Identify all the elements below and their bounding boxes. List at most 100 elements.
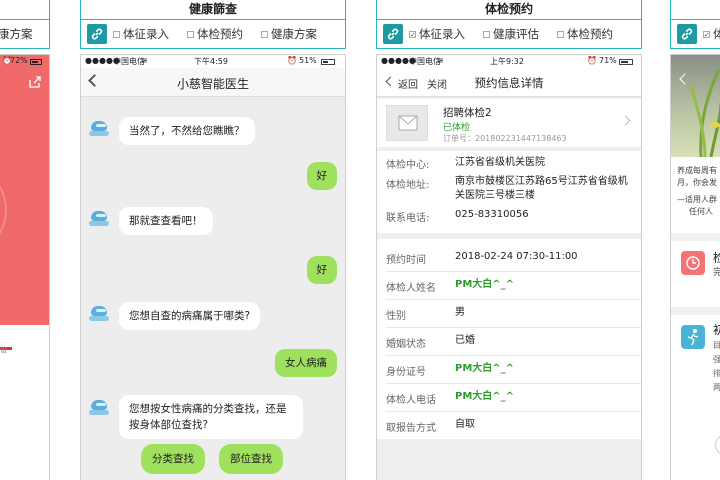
section-gap [671, 307, 720, 315]
intro-line: 月，你会发 [677, 178, 717, 187]
address-label: 体检地址: [386, 180, 430, 191]
plant-illustration [689, 68, 720, 157]
detail-row-value: PM大白^_^ [455, 391, 515, 402]
step-label: 康方案 [0, 27, 33, 41]
checkbox-icon [187, 30, 194, 38]
link-icon [383, 24, 403, 44]
label-fragment: 值 [0, 346, 7, 354]
chevron-right-icon [620, 115, 631, 126]
detail-row-label: 身份证号 [386, 367, 426, 378]
intro-line: 任何人 [689, 207, 713, 216]
row-divider [386, 411, 641, 412]
right-cropped-panel: ✓ 体 养成每周有 月，你会发 —适用人群 任何人 [670, 0, 720, 480]
row-divider [386, 383, 641, 384]
body-part-search-button[interactable]: 部位查找 [219, 444, 283, 474]
intro-text: 养成每周有 月，你会发 —适用人群 任何人 [677, 165, 717, 218]
step-health-assessment[interactable]: 健康评估 [483, 26, 539, 42]
checkbox-checked-icon: ✓ [409, 30, 416, 39]
share-icon[interactable] [28, 75, 42, 89]
step-label: 体检预约 [567, 27, 613, 41]
detail-row-value: 男 [455, 307, 465, 318]
row-divider [386, 299, 641, 300]
chat-message-bot: 您想自查的病痛属于哪类? [119, 302, 261, 330]
panel-title: 健康篩查 [80, 0, 346, 20]
phone-screen: ⏰ 72% 值 [0, 54, 50, 480]
clock-icon [681, 251, 705, 275]
link-icon [677, 24, 697, 44]
intro-line: 养成每周有 [677, 166, 717, 175]
time-text: 下午4:59 [194, 57, 228, 66]
phone-label: 联系电话: [386, 213, 430, 224]
chat-message-user: 好 [306, 256, 337, 284]
order-thumbnail [386, 105, 428, 141]
detail-row-label: 婚姻状态 [386, 339, 426, 350]
detail-row-value: 已婚 [455, 335, 475, 346]
step-vitals-entry[interactable]: ✓ 体征录入 [409, 26, 465, 42]
order-name: 招聘体检2 [443, 107, 492, 119]
battery-text: 71% [599, 56, 617, 65]
detail-row-label: 体检人电话 [386, 395, 436, 406]
time-text: 上午9:32 [490, 57, 524, 66]
center-label: 体检中心: [386, 160, 430, 171]
phone-screen: ●●●●● 中国电信 ≋ 上午9:32 ⏰ 71% 返回 关闭 预约信息详情 招… [376, 54, 642, 480]
center-value: 江苏省省级机关医院 [455, 157, 545, 168]
content-area: 值 [0, 325, 49, 480]
detail-row-label: 取报告方式 [386, 423, 436, 434]
battery-icon [319, 57, 335, 66]
category-search-button[interactable]: 分类查找 [141, 444, 205, 474]
battery-text: 51% [299, 56, 317, 65]
detail-row-value: 自取 [455, 419, 475, 430]
detail-title: 预约信息详情 [474, 76, 544, 90]
exam-booking-panel: 体检预约 ✓ 体征录入 健康评估 体检预约 ●●●●● 中国电信 ≋ 上午9:32… [376, 0, 642, 480]
progress-ring-decoration [0, 185, 7, 235]
alarm-icon: ⏰ [287, 56, 297, 65]
checkbox-icon [113, 30, 120, 38]
item-title: 检 [713, 249, 720, 266]
desc-line: 目 [713, 339, 720, 353]
step-label: 健康评估 [493, 27, 539, 41]
step-vitals-entry[interactable]: 体征录入 [113, 26, 169, 42]
step-health-plan[interactable]: 健康方案 [261, 26, 317, 42]
battery-text: 72% [10, 56, 28, 65]
round-button[interactable] [715, 435, 720, 455]
checkbox-icon [557, 30, 564, 38]
checkbox-checked-icon: ✓ [703, 30, 710, 39]
item-title: 初 [713, 321, 720, 338]
detail-row-value: PM大白^_^ [455, 363, 515, 374]
desc-line: 两 [713, 381, 720, 395]
phone-value[interactable]: 025-83310056 [455, 208, 529, 222]
detail-navbar: 返回 关闭 预约信息详情 [377, 68, 641, 97]
step-exam-booking[interactable]: 体检预约 [187, 26, 243, 42]
step-label: 健康方案 [271, 27, 317, 41]
desc-line: 排 [713, 367, 720, 381]
phone-screen: ●●●●● 中国电信 ≋ 下午4:59 ⏰ 51% 小慈智能医生 当然了，不然给… [80, 54, 346, 480]
health-screening-panel: 健康篩查 体征录入 体检预约 健康方案 ●●●●● 中国电信 ≋ 下午4:59 … [80, 0, 346, 480]
order-number: 订单号：201802231447138463 [443, 134, 567, 143]
address-value: 南京市鼓楼区江苏路65号江苏省省级机关医院三号楼三楼 [455, 176, 628, 201]
wifi-icon: ≋ [437, 56, 444, 65]
step-exam-booking[interactable]: 体检预约 [557, 26, 613, 42]
chat-message-bot: 那就查查看吧！ [119, 207, 213, 235]
order-card[interactable]: 招聘体检2 已体检 订单号：201802231447138463 [377, 99, 641, 147]
bot-avatar-icon [89, 211, 109, 226]
detail-row-value: PM大白^_^ [455, 279, 515, 290]
step-label: 体征录入 [419, 27, 465, 41]
status-bar: ⏰ 72% [0, 55, 49, 68]
chat-message-user: 好 [306, 162, 337, 190]
desc-line: 强 [713, 353, 720, 367]
order-state: 已体检 [443, 123, 471, 133]
chat-message-bot: 您想按女性病痛的分类查找，还是按身体部位查找? [119, 395, 303, 439]
step-label: 体检预约 [197, 27, 243, 41]
panel-title [670, 0, 720, 20]
alarm-icon: ⏰ [587, 56, 597, 65]
wifi-icon: ≋ [141, 56, 148, 65]
step-health-plan[interactable]: 康方案 [0, 26, 33, 42]
row-divider [386, 355, 641, 356]
step-bar: ✓ 体征录入 健康评估 体检预约 [376, 20, 642, 49]
intro-line: —适用人群 [677, 195, 717, 204]
status-bar: ●●●●● 中国电信 ≋ 下午4:59 ⏰ 51% [81, 55, 345, 68]
envelope-icon [398, 115, 418, 131]
status-bar: ●●●●● 中国电信 ≋ 上午9:32 ⏰ 71% [377, 55, 641, 68]
step-vitals-entry[interactable]: ✓ 体 [703, 26, 720, 42]
step-bar: ✓ 体 [670, 20, 720, 49]
